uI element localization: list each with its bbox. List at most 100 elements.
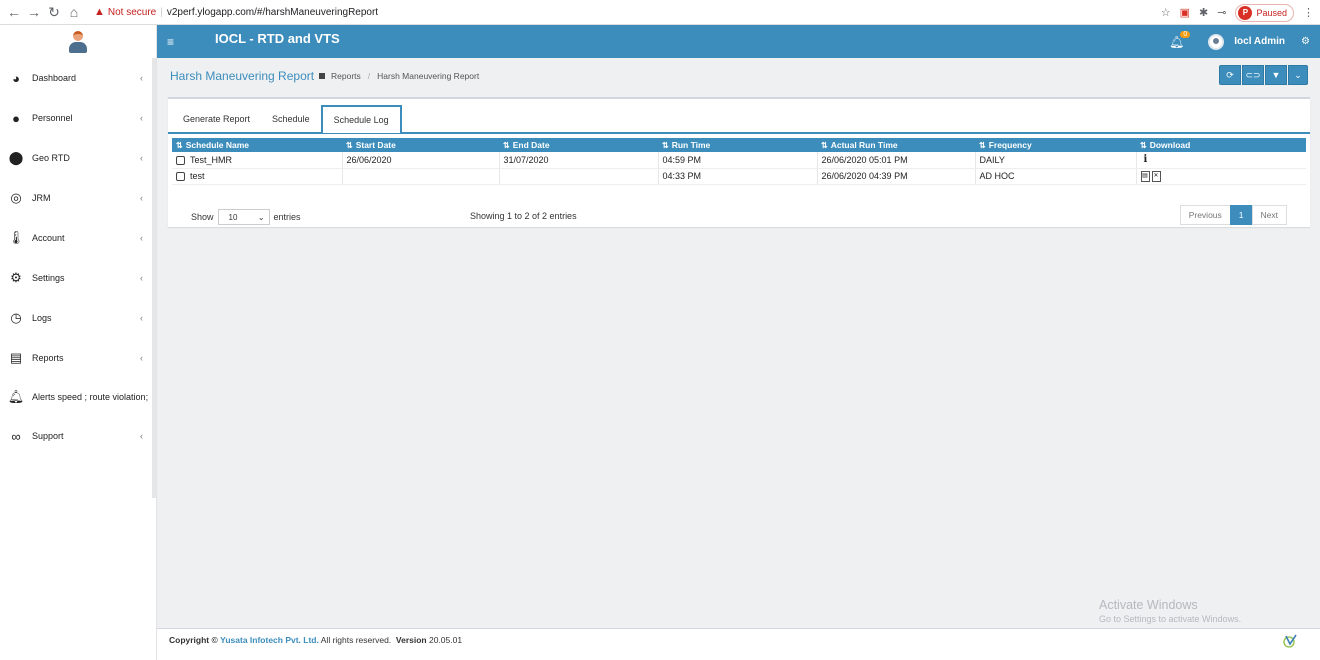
- sidebar: ◕ Dashboard ‹ ● Personnel ‹ ⬤ Geo RTD ‹ ◎ JRM ‹ 🌡︎ Ac…: [0, 25, 157, 660]
- sidebar-item-dashboard[interactable]: ◕ Dashboard ‹: [0, 58, 156, 98]
- column-header[interactable]: ⇅ Run Time: [658, 138, 817, 152]
- url-text: v2perf.ylogapp.com/#/harshManeuveringRep…: [166, 6, 379, 18]
- copyright: Copyright © Yusata Infotech Pvt. Ltd. Al…: [169, 635, 463, 645]
- sidebar-item-jrm[interactable]: ◎ JRM ‹: [0, 178, 156, 218]
- pie-chart-icon: ◕: [12, 70, 20, 86]
- sidebar-item-label: Alerts speed ; route violation;: [32, 392, 149, 402]
- run-time: 04:33 PM: [658, 168, 818, 185]
- column-header[interactable]: ⇅ Schedule Name: [172, 138, 342, 152]
- breadcrumb: Reports / Harsh Maneuvering Report: [319, 71, 479, 81]
- page-length-select[interactable]: 10 ⌄: [217, 209, 270, 225]
- breadcrumb-current: Harsh Maneuvering Report: [377, 71, 480, 81]
- company-link[interactable]: Yusata Infotech Pvt. Ltd.: [220, 635, 319, 645]
- next-button[interactable]: Next: [1251, 205, 1287, 225]
- profile-paused-button[interactable]: P Paused: [1235, 3, 1294, 22]
- page-length: Show 10 ⌄ entries: [191, 209, 301, 225]
- filter-button[interactable]: ▼: [1265, 65, 1287, 85]
- refresh-button[interactable]: ⟳: [1219, 65, 1241, 85]
- row-checkbox[interactable]: [176, 155, 185, 165]
- support-icon: ∞: [11, 428, 21, 444]
- chevron-left-icon: ‹: [140, 273, 143, 283]
- run-time: 04:59 PM: [658, 152, 818, 169]
- list-icon: ▤: [9, 350, 23, 365]
- column-header[interactable]: ⇅ Frequency: [975, 138, 1136, 152]
- sidebar-item-label: Support: [32, 431, 64, 441]
- menu-toggle-icon[interactable]: ≡: [167, 35, 174, 49]
- map-marker-icon: ⬤: [8, 150, 24, 165]
- sidebar-item-logs[interactable]: ◷ Logs ‹: [0, 298, 156, 338]
- chevron-down-icon: ⌄: [257, 212, 265, 222]
- table-row[interactable]: Test_HMR 26/06/2020 31/07/2020 04:59 PM …: [172, 152, 1306, 169]
- table-info: Showing 1 to 2 of 2 entries: [470, 211, 577, 221]
- sidebar-item-label: JRM: [32, 193, 51, 203]
- dropdown-button[interactable]: ⌄: [1288, 65, 1308, 85]
- frequency: AD HOC: [975, 168, 1137, 185]
- row-checkbox[interactable]: [176, 172, 185, 182]
- warning-icon: ▲: [94, 6, 105, 18]
- chevron-left-icon: ‹: [140, 313, 143, 323]
- sidebar-item-label: Settings: [32, 273, 65, 283]
- schedule-name: Test_HMR: [190, 154, 233, 165]
- reload-icon[interactable]: ↻: [44, 4, 64, 21]
- tab-generate-report[interactable]: Generate Report: [172, 105, 261, 133]
- back-icon[interactable]: ←: [4, 4, 24, 20]
- chevron-left-icon: ‹: [140, 233, 143, 243]
- page-1-button[interactable]: 1: [1229, 205, 1253, 225]
- report-panel: Generate Report Schedule Schedule Log ⇅ S…: [168, 97, 1310, 227]
- settings-cogs-icon[interactable]: ⚙: [1301, 36, 1310, 47]
- bookmark-star-icon[interactable]: ☆: [1161, 6, 1171, 19]
- sidebar-item-alerts[interactable]: 🔔︎ Alerts speed ; route violation;: [0, 378, 156, 416]
- sidebar-item-account[interactable]: 🌡︎ Account ‹: [0, 218, 156, 258]
- sidebar-item-geo[interactable]: ⬤ Geo RTD ‹: [0, 138, 156, 178]
- app-title: IOCL - RTD and VTS: [215, 31, 340, 46]
- browser-menu-icon[interactable]: ⋮: [1303, 6, 1314, 19]
- tab-schedule[interactable]: Schedule: [261, 105, 321, 133]
- excel-download-icon[interactable]: ✕: [1151, 170, 1161, 182]
- previous-button[interactable]: Previous: [1179, 205, 1231, 225]
- notification-bell-icon[interactable]: 🔔︎ 0: [1169, 30, 1191, 49]
- page-footer: Copyright © Yusata Infotech Pvt. Ltd. Al…: [157, 628, 1320, 660]
- frequency: DAILY: [975, 152, 1137, 169]
- table-row[interactable]: test 04:33 PM 26/06/2020 04:39 PM AD HOC…: [172, 168, 1306, 185]
- key-icon[interactable]: ⊸: [1217, 6, 1226, 19]
- logo-icon: [67, 30, 89, 53]
- avatar[interactable]: [1208, 33, 1225, 50]
- sidebar-item-settings[interactable]: ⚙ Settings ‹: [0, 258, 156, 298]
- puzzle-icon[interactable]: ✱: [1199, 6, 1208, 19]
- end-date: [499, 168, 659, 185]
- sidebar-item-label: Personnel: [32, 113, 73, 123]
- end-date: 31/07/2020: [499, 152, 659, 169]
- home-icon[interactable]: ⌂: [64, 4, 84, 20]
- sidebar-item-label: Dashboard: [32, 73, 77, 83]
- sidebar-item-reports[interactable]: ▤ Reports ‹: [0, 338, 156, 378]
- logo[interactable]: [0, 25, 156, 58]
- chevron-left-icon: ‹: [140, 431, 143, 441]
- pdf-download-icon[interactable]: ▤: [1140, 170, 1150, 182]
- chevron-left-icon: ‹: [140, 153, 143, 163]
- address-bar[interactable]: ▲ Not secure | v2perf.ylogapp.com/#/hars…: [94, 6, 378, 18]
- page-title: Harsh Maneuvering Report: [170, 69, 315, 83]
- notification-badge: 0: [1180, 30, 1191, 38]
- sidebar-scrollbar[interactable]: [152, 58, 156, 498]
- info-icon[interactable]: i: [1144, 154, 1148, 165]
- forward-icon[interactable]: →: [24, 4, 44, 20]
- chevron-left-icon: ‹: [140, 193, 143, 203]
- schedule-log-table: ⇅ Schedule Name ⇅ Start Date ⇅ End Date ⇅ Ru…: [172, 138, 1306, 185]
- chevron-left-icon: ‹: [140, 353, 143, 363]
- column-header[interactable]: ⇅ Actual Run Time: [817, 138, 975, 152]
- link-button[interactable]: ⊂⊃: [1242, 65, 1264, 85]
- sidebar-item-support[interactable]: ∞ Support ‹: [0, 416, 156, 456]
- company-logo-icon: [1283, 634, 1297, 648]
- column-header[interactable]: ⇅ Download: [1136, 138, 1306, 152]
- start-date: 26/06/2020: [342, 152, 500, 169]
- top-header: ≡ IOCL - RTD and VTS 🔔︎ 0 Iocl Admin ⚙: [157, 25, 1320, 58]
- column-header[interactable]: ⇅ End Date: [499, 138, 658, 152]
- sidebar-item-personnel[interactable]: ● Personnel ‹: [0, 98, 156, 138]
- breadcrumb-reports[interactable]: Reports: [331, 71, 361, 81]
- column-header[interactable]: ⇅ Start Date: [342, 138, 499, 152]
- paused-label: Paused: [1256, 7, 1287, 18]
- tab-schedule-log[interactable]: Schedule Log: [320, 105, 402, 133]
- user-name[interactable]: Iocl Admin: [1234, 36, 1285, 47]
- extension-icon[interactable]: ▣: [1180, 6, 1190, 19]
- chevron-left-icon: ‹: [140, 113, 143, 123]
